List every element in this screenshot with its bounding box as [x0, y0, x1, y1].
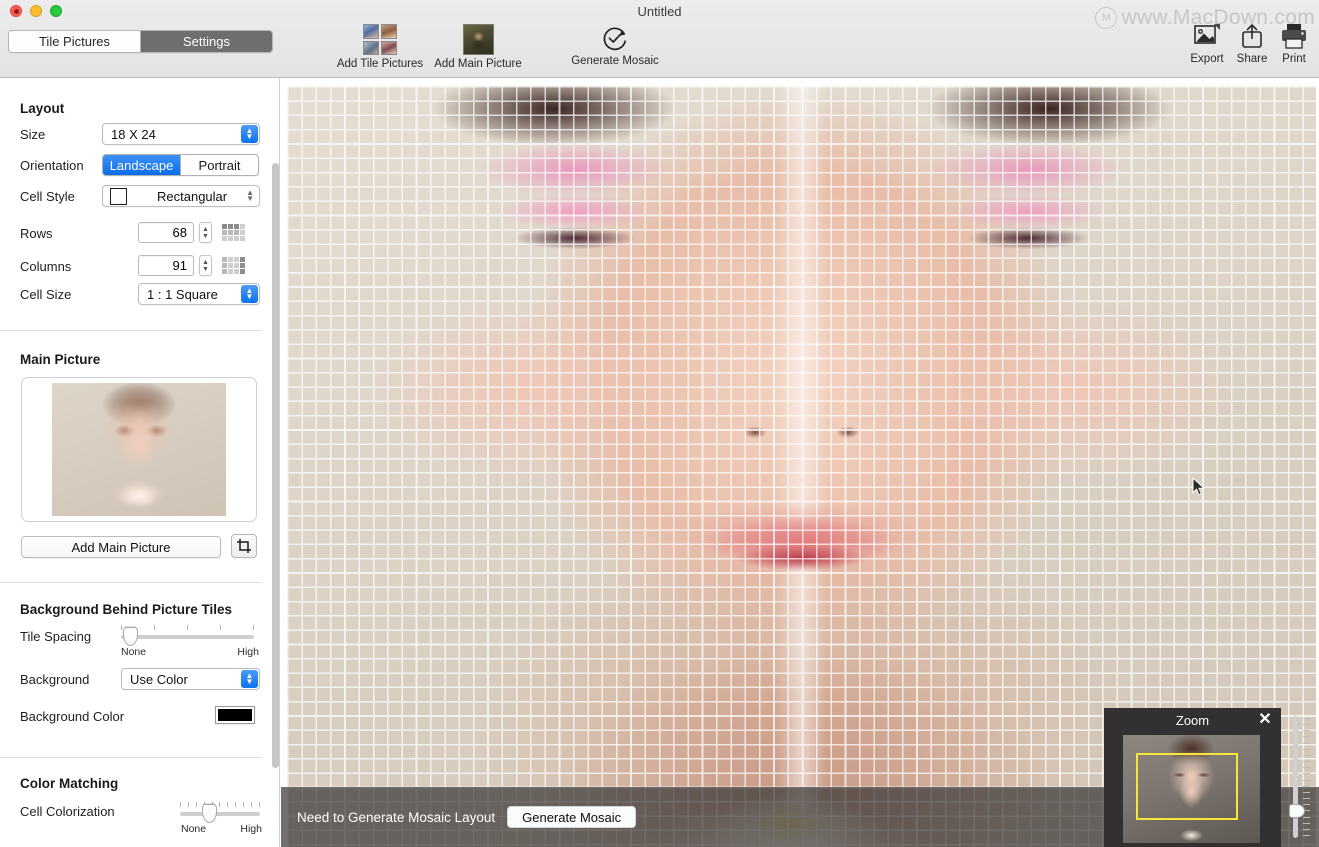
- share-label: Share: [1236, 53, 1268, 65]
- generate-mosaic-status-button[interactable]: Generate Mosaic: [507, 806, 637, 828]
- background-select[interactable]: Use Color ▲ ▼: [121, 668, 260, 690]
- title-bar: Untitled Tile Pictures Settings Add Tile…: [0, 0, 1319, 78]
- add-main-picture-label: Add Main Picture: [434, 58, 522, 70]
- orientation-label: Orientation: [20, 158, 84, 173]
- add-main-picture-button[interactable]: Add Main Picture: [413, 24, 543, 70]
- app-window: Untitled Tile Pictures Settings Add Tile…: [0, 0, 1319, 847]
- divider: [0, 582, 262, 583]
- main-picture-icon: [462, 24, 494, 55]
- divider: [0, 757, 262, 758]
- columns-stepper[interactable]: ▲ ▼: [199, 255, 212, 276]
- background-color-swatch: [218, 709, 252, 721]
- tile-spacing-max-label: High: [237, 646, 259, 658]
- zoom-panel: Zoom ✕: [1104, 708, 1281, 847]
- rows-label: Rows: [20, 226, 53, 241]
- zoom-slider-thumb[interactable]: [1289, 804, 1305, 818]
- tile-spacing-label: Tile Spacing: [20, 629, 92, 644]
- generate-mosaic-label: Generate Mosaic: [571, 55, 659, 67]
- chevron-updown-icon: ▲ ▼: [241, 285, 258, 303]
- cell-colorization-track: [180, 812, 260, 816]
- cell-style-label: Cell Style: [20, 189, 75, 204]
- rectangular-shape-icon: [110, 187, 127, 205]
- main-picture-preview[interactable]: [21, 377, 257, 522]
- cell-size-value: 1 : 1 Square: [147, 286, 218, 302]
- share-icon: [1242, 24, 1262, 48]
- crop-icon: [237, 539, 251, 553]
- tab-settings[interactable]: Settings: [141, 31, 272, 52]
- settings-sidebar: Layout Size 18 X 24 ▲ ▼ Orientation Lands…: [0, 78, 280, 847]
- zoom-slider-ticks: [1303, 718, 1311, 836]
- columns-input[interactable]: 91: [138, 255, 194, 276]
- zoom-panel-title: Zoom: [1175, 713, 1210, 728]
- rows-control[interactable]: 68 ▲ ▼: [138, 222, 245, 243]
- orientation-option-landscape[interactable]: Landscape: [103, 155, 181, 175]
- print-icon: [1282, 24, 1306, 49]
- color-matching-section-heading: Color Matching: [20, 776, 119, 791]
- cell-size-select[interactable]: 1 : 1 Square ▲ ▼: [138, 283, 260, 305]
- cell-colorization-min-label: None: [181, 823, 207, 835]
- cell-colorization-thumb[interactable]: [202, 804, 217, 823]
- export-label: Export: [1190, 53, 1224, 65]
- view-switcher[interactable]: Tile Pictures Settings: [8, 30, 273, 53]
- size-select[interactable]: 18 X 24 ▲ ▼: [102, 123, 260, 145]
- background-label: Background: [20, 672, 90, 687]
- add-main-picture-sidebar-button[interactable]: Add Main Picture: [21, 536, 221, 558]
- sidebar-scrollbar[interactable]: [272, 163, 279, 768]
- main-picture-section-heading: Main Picture: [20, 352, 101, 367]
- rows-grid-icon[interactable]: [222, 224, 245, 241]
- rows-input[interactable]: 68: [138, 222, 194, 243]
- generate-mosaic-toolbar-button[interactable]: Generate Mosaic: [550, 24, 680, 67]
- tile-spacing-track: [121, 635, 254, 639]
- background-color-label: Background Color: [20, 709, 125, 724]
- chevron-updown-icon: ▲ ▼: [246, 188, 254, 203]
- main-picture-thumbnail: [52, 383, 226, 516]
- close-icon[interactable]: ✕: [1257, 712, 1273, 728]
- chevron-updown-icon: ▲ ▼: [241, 670, 258, 688]
- cell-colorization-ticks: [180, 802, 260, 808]
- tile-pictures-icon: [363, 24, 397, 55]
- size-value: 18 X 24: [111, 126, 156, 142]
- add-tile-pictures-label: Add Tile Pictures: [336, 58, 424, 70]
- orientation-option-portrait[interactable]: Portrait: [181, 155, 258, 175]
- zoom-selection-rect[interactable]: [1136, 753, 1238, 820]
- cell-size-label: Cell Size: [20, 287, 72, 302]
- chevron-updown-icon: ▲ ▼: [241, 125, 258, 143]
- cell-style-select[interactable]: Rectangular ▲ ▼: [102, 185, 260, 207]
- size-label: Size: [20, 127, 46, 142]
- cell-colorization-slider[interactable]: None High: [180, 799, 262, 835]
- columns-grid-icon[interactable]: [222, 257, 245, 274]
- background-section-heading: Background Behind Picture Tiles: [20, 602, 233, 617]
- rows-stepper[interactable]: ▲ ▼: [199, 222, 212, 243]
- zoom-slider-track: [1293, 716, 1298, 838]
- watermark-logo-icon: M: [1095, 7, 1118, 29]
- print-button[interactable]: Print: [1269, 22, 1319, 65]
- cell-style-value: Rectangular: [157, 188, 228, 204]
- columns-control[interactable]: 91 ▲ ▼: [138, 255, 245, 276]
- background-value: Use Color: [130, 671, 188, 687]
- tile-spacing-thumb[interactable]: [123, 627, 138, 646]
- tile-spacing-slider[interactable]: None High: [121, 622, 259, 658]
- divider: [0, 330, 262, 331]
- layout-section-heading: Layout: [20, 101, 65, 116]
- zoom-level-slider[interactable]: [1288, 712, 1314, 842]
- orientation-segmented[interactable]: Landscape Portrait: [102, 154, 259, 176]
- export-button[interactable]: Export: [1182, 22, 1232, 65]
- tile-spacing-ticks: [121, 625, 254, 631]
- print-label: Print: [1282, 53, 1306, 65]
- cell-colorization-label: Cell Colorization: [20, 804, 115, 819]
- cell-colorization-max-label: High: [240, 823, 262, 835]
- crop-button[interactable]: [231, 534, 257, 558]
- mouse-cursor: [1192, 477, 1205, 496]
- generate-mosaic-icon: [601, 24, 629, 52]
- columns-label: Columns: [20, 259, 72, 274]
- tile-spacing-min-label: None: [121, 646, 147, 658]
- background-color-well[interactable]: [215, 706, 255, 724]
- tab-tile-pictures[interactable]: Tile Pictures: [9, 31, 141, 52]
- export-icon: [1194, 24, 1220, 44]
- status-message: Need to Generate Mosaic Layout: [297, 809, 496, 825]
